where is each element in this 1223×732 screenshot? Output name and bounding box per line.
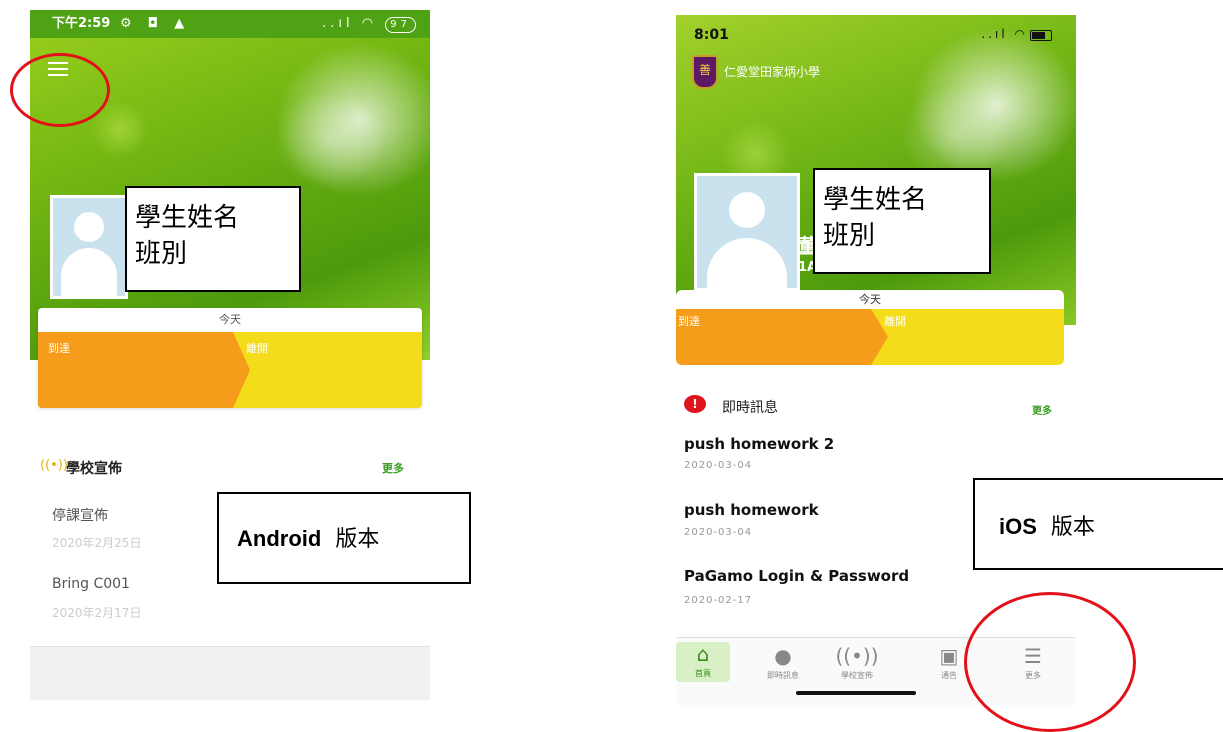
broadcast-icon: ((•))	[40, 458, 68, 473]
student-name-label: 學生姓名	[135, 203, 240, 233]
message-item-date: 2020-02-17	[684, 595, 753, 606]
message-icon: ●	[774, 644, 792, 668]
ios-version-label: 版本	[1050, 515, 1095, 540]
message-item-date: 2020-03-04	[684, 460, 753, 471]
message-icon: !	[684, 395, 706, 413]
class-label: 班別	[823, 221, 876, 251]
attendance-card: 今天 到達 離開	[38, 308, 422, 408]
signal-wifi-icon: ..ıl ◠	[322, 16, 378, 31]
announcement-item-date: 2020年2月17日	[52, 606, 142, 620]
ios-version-box: iOS 版本	[973, 478, 1223, 570]
message-item-date: 2020-03-04	[684, 527, 753, 538]
tab-home[interactable]: ⌂ 首頁	[676, 642, 730, 682]
ios-version-platform: iOS	[999, 514, 1037, 539]
messages-more-link[interactable]: 更多	[1032, 402, 1052, 417]
school-name: 仁愛堂田家炳小學	[724, 65, 821, 79]
android-version-label: 版本	[335, 527, 380, 552]
tab-label: 即時訊息	[767, 671, 799, 680]
arrive-label: 到達	[678, 315, 700, 328]
tab-label: 學校宣佈	[841, 671, 873, 680]
status-icons-left: ⚙ ◘ ▲	[120, 16, 191, 31]
message-item-title[interactable]: push homework	[684, 501, 819, 519]
android-version-box: Android 版本	[217, 492, 471, 584]
class-label: 班別	[135, 239, 188, 269]
announcement-item-title[interactable]: Bring C001	[52, 576, 130, 592]
message-item-title[interactable]: push homework 2	[684, 435, 834, 453]
status-time: 8:01	[694, 27, 729, 43]
announcement-item-title[interactable]: 停課宣佈	[52, 505, 108, 525]
arrive-bar	[676, 309, 888, 365]
today-label: 今天	[219, 313, 241, 326]
android-status-bar: 下午2:59 ⚙ ◘ ▲ ..ıl ◠ 97	[30, 10, 430, 38]
attendance-card: 今天 到達 離開	[676, 290, 1064, 365]
android-footer	[30, 646, 430, 700]
student-name-box: 學生姓名 班別	[813, 168, 991, 274]
student-name-label: 學生姓名	[823, 185, 928, 215]
today-label: 今天	[859, 293, 881, 306]
tab-label: 首頁	[695, 669, 711, 678]
announcement-title: 學校宣佈	[66, 461, 122, 477]
home-icon: ⌂	[696, 642, 710, 666]
menu-highlight-circle	[10, 53, 110, 127]
announcement-more-link[interactable]: 更多	[382, 460, 404, 476]
broadcast-icon: ((•))	[835, 644, 879, 668]
android-version-platform: Android	[237, 526, 322, 551]
message-item-title[interactable]: PaGamo Login & Password	[684, 567, 909, 585]
more-tab-highlight-circle	[964, 592, 1136, 732]
tab-announcements[interactable]: ((•)) 學校宣佈	[830, 644, 884, 681]
battery-icon	[1030, 30, 1052, 41]
leave-label: 離開	[884, 315, 906, 328]
tab-messages[interactable]: ● 即時訊息	[756, 644, 810, 681]
status-icons-right: ..ıl ◠ 97	[322, 10, 416, 38]
arrive-label: 到達	[48, 342, 70, 355]
announcement-item-date: 2020年2月25日	[52, 536, 142, 550]
signal-wifi-icon: ..ıl ◠	[981, 27, 1028, 41]
messages-title: 即時訊息	[722, 400, 778, 416]
status-time: 下午2:59	[52, 16, 111, 31]
home-indicator	[796, 691, 916, 695]
leave-label: 離開	[246, 342, 268, 355]
student-name-box: 學生姓名 班別	[125, 186, 301, 292]
student-avatar	[50, 195, 128, 299]
student-avatar	[694, 173, 800, 291]
school-crest-icon: 善	[692, 55, 718, 89]
battery-icon: 97	[385, 17, 416, 33]
